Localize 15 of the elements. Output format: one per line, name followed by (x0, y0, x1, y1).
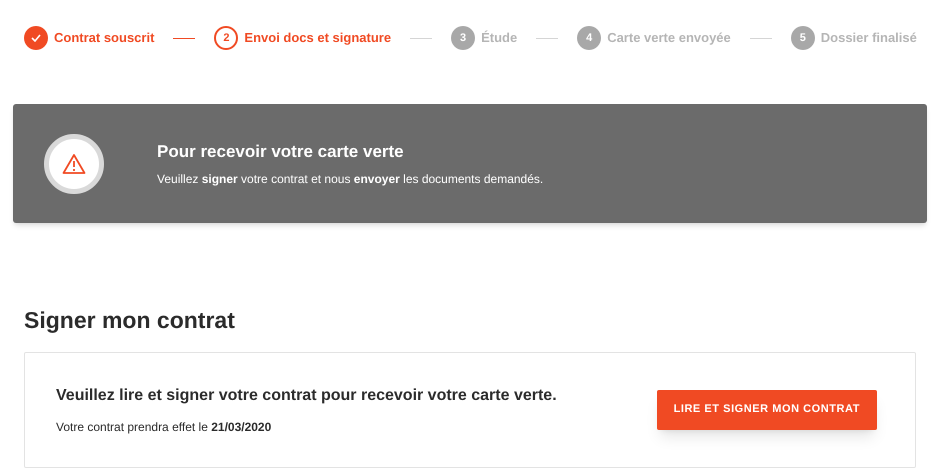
step-label: Contrat souscrit (54, 29, 154, 48)
card-text: Votre contrat prendra effet le 21/03/2020 (56, 418, 272, 436)
card-title: Veuillez lire et signer votre contrat pour recevoir votre carte verte. (56, 386, 557, 406)
alert-title: Pour recevoir votre carte verte (157, 140, 405, 163)
step-number: 3 (451, 26, 476, 50)
sign-contract-button[interactable]: LIRE ET SIGNER MON CONTRAT (656, 390, 877, 430)
step-number: 4 (577, 26, 602, 50)
step-number: 2 (214, 26, 238, 50)
step-label: Carte verte envoyée (607, 29, 731, 48)
section-title: Signer mon contrat (24, 306, 236, 335)
step-number: 5 (790, 26, 815, 50)
alert-message: Veuillez signer votre contrat et nous envoyer les documents demandés. (157, 171, 544, 188)
step-label: Dossier finalisé (820, 29, 917, 48)
step-label: Étude (481, 29, 518, 48)
step-label: Envoi docs et signature (244, 29, 392, 48)
